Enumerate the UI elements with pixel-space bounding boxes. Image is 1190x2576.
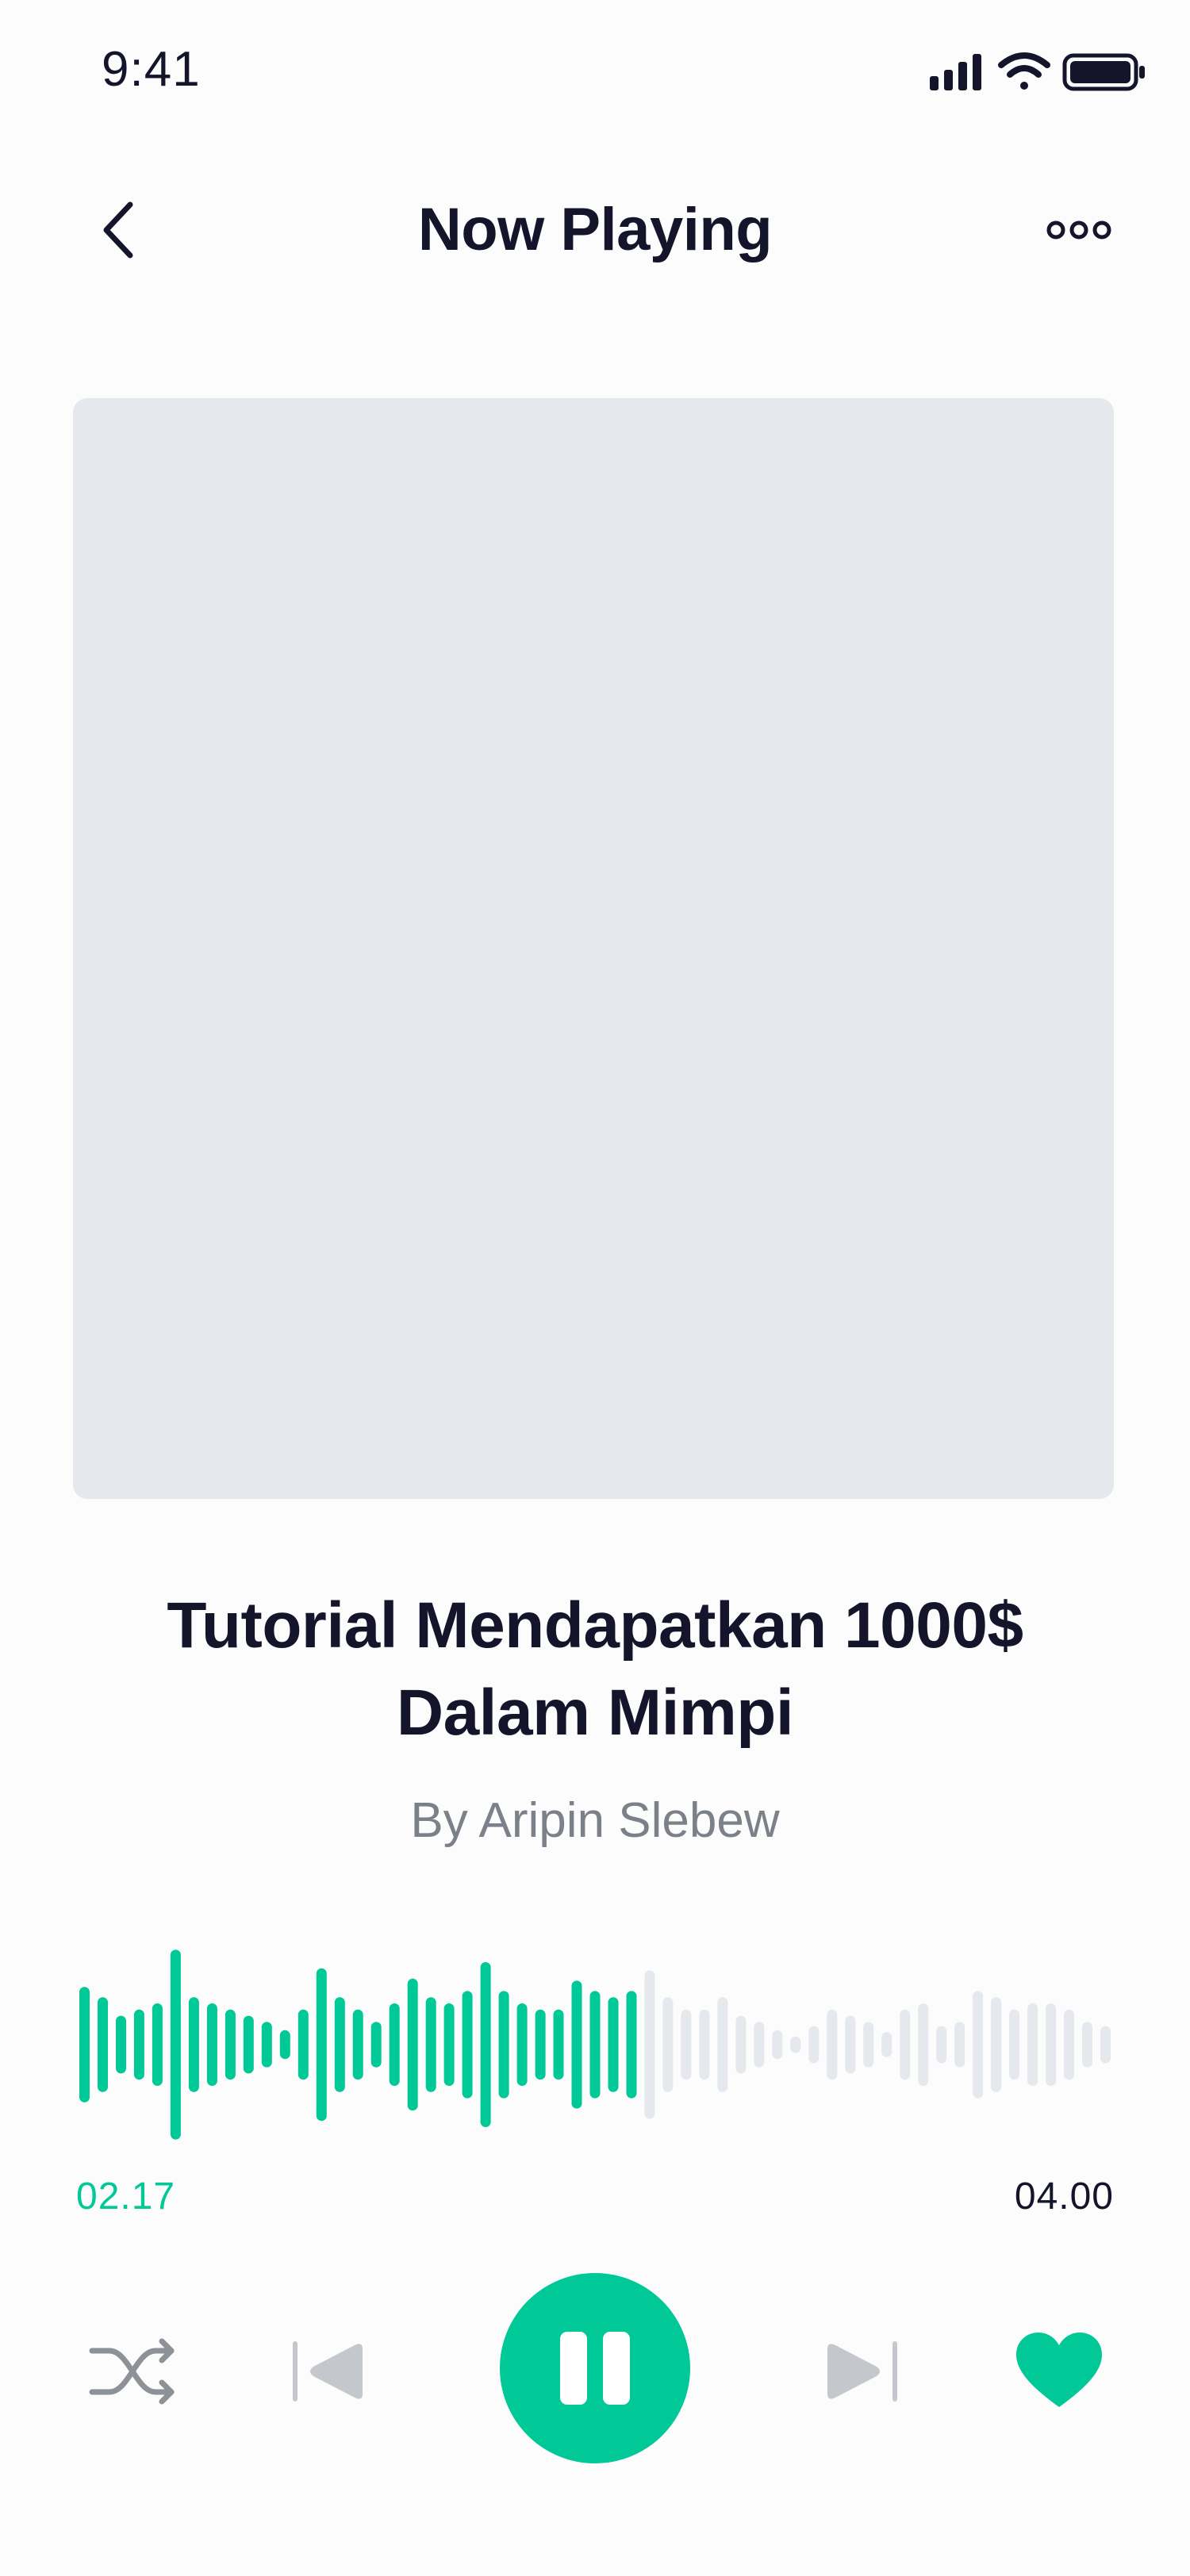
more-options-button[interactable]: [1031, 206, 1127, 254]
waveform-bar: [644, 1970, 655, 2119]
track-title: Tutorial Mendapatkan 1000$ Dalam Mimpi: [167, 1589, 1023, 1749]
waveform-bar: [188, 1997, 199, 2092]
waveform-bar: [571, 1980, 582, 2109]
wifi-icon: [998, 52, 1050, 90]
total-time: 04.00: [1014, 2175, 1114, 2218]
waveform-bar: [443, 2003, 455, 2086]
waveform-bar: [116, 2015, 126, 2074]
status-time: 9:41: [102, 42, 201, 97]
waveform-bar: [298, 2009, 309, 2080]
previous-track-button[interactable]: [286, 2324, 373, 2419]
waveform-bar: [973, 1991, 984, 2099]
waveform-bar: [279, 2030, 290, 2060]
skip-next-icon: [827, 2341, 897, 2402]
waveform-bar: [480, 1962, 491, 2127]
waveform-bar: [170, 1949, 181, 2140]
waveform-bar: [827, 2009, 838, 2080]
waveform-bar: [152, 2003, 163, 2086]
waveform-bar: [918, 2003, 929, 2086]
waveform-bar: [900, 2009, 911, 2080]
waveform-bar: [699, 2009, 710, 2080]
play-pause-button[interactable]: [500, 2273, 690, 2463]
album-artwork: [73, 398, 1114, 1499]
waveform-bar: [1064, 2009, 1074, 2080]
waveform-bar: [608, 1997, 619, 2092]
waveform-bar: [133, 2009, 144, 2080]
waveform-bar: [936, 2026, 947, 2064]
waveform-bar: [626, 1991, 637, 2099]
heart-icon: [1016, 2333, 1102, 2407]
like-button[interactable]: [1008, 2319, 1111, 2422]
waveform-bar: [845, 2015, 856, 2074]
waveform-bar: [352, 2009, 363, 2080]
waveform-bar: [589, 1991, 601, 2099]
waveform-bar: [1009, 2009, 1020, 2080]
waveform-bar: [717, 1997, 728, 2092]
waveform-bar: [462, 1991, 473, 2099]
waveform-bar: [261, 2022, 272, 2068]
waveform-bar: [206, 2003, 217, 2086]
waveform-bar: [1027, 2003, 1038, 2086]
waveform-bar: [1046, 2003, 1057, 2086]
waveform-bar: [316, 1968, 327, 2122]
waveform-bar: [407, 1978, 418, 2111]
page-title: Now Playing: [417, 196, 773, 263]
waveform-bar: [535, 2009, 546, 2080]
waveform-bar: [225, 2009, 236, 2080]
shuffle-icon: [89, 2338, 175, 2405]
waveform-bar: [370, 2022, 382, 2068]
battery-icon: [1062, 53, 1145, 91]
elapsed-time: 02.17: [76, 2175, 176, 2218]
waveform-bar: [790, 2036, 801, 2053]
waveform-bar: [662, 1997, 674, 2092]
waveform-bar: [735, 2015, 747, 2074]
cellular-signal-icon: [930, 54, 981, 90]
waveform-bar: [881, 2032, 892, 2057]
waveform-bar: [98, 1997, 108, 2092]
shuffle-button[interactable]: [79, 2324, 187, 2419]
waveform-progress-bar[interactable]: [79, 1942, 1111, 2148]
waveform-bar: [863, 2022, 874, 2068]
waveform-bar: [1082, 2022, 1092, 2068]
next-track-button[interactable]: [817, 2324, 904, 2419]
waveform-bar: [334, 1997, 345, 2092]
track-artist: By Aripin Slebew: [410, 1793, 780, 1848]
waveform-bar: [425, 1997, 436, 2092]
waveform-bar: [772, 2030, 783, 2060]
waveform-bar: [808, 2026, 820, 2064]
waveform-bar: [1100, 2026, 1111, 2064]
waveform-bar: [681, 2009, 692, 2080]
waveform-bar: [243, 2015, 254, 2074]
waveform-bar: [991, 1997, 1002, 2092]
waveform-bar: [954, 2022, 965, 2068]
waveform-bar: [79, 1987, 90, 2103]
skip-previous-icon: [293, 2341, 363, 2402]
more-horizontal-icon: [1046, 220, 1111, 240]
waveform-bar: [553, 2009, 564, 2080]
status-icons: [930, 52, 1145, 91]
waveform-bar: [516, 2003, 528, 2086]
waveform-bar: [754, 2022, 765, 2068]
pause-icon: [560, 2332, 630, 2405]
waveform-bar: [498, 1991, 509, 2099]
waveform-bar: [389, 2003, 400, 2086]
